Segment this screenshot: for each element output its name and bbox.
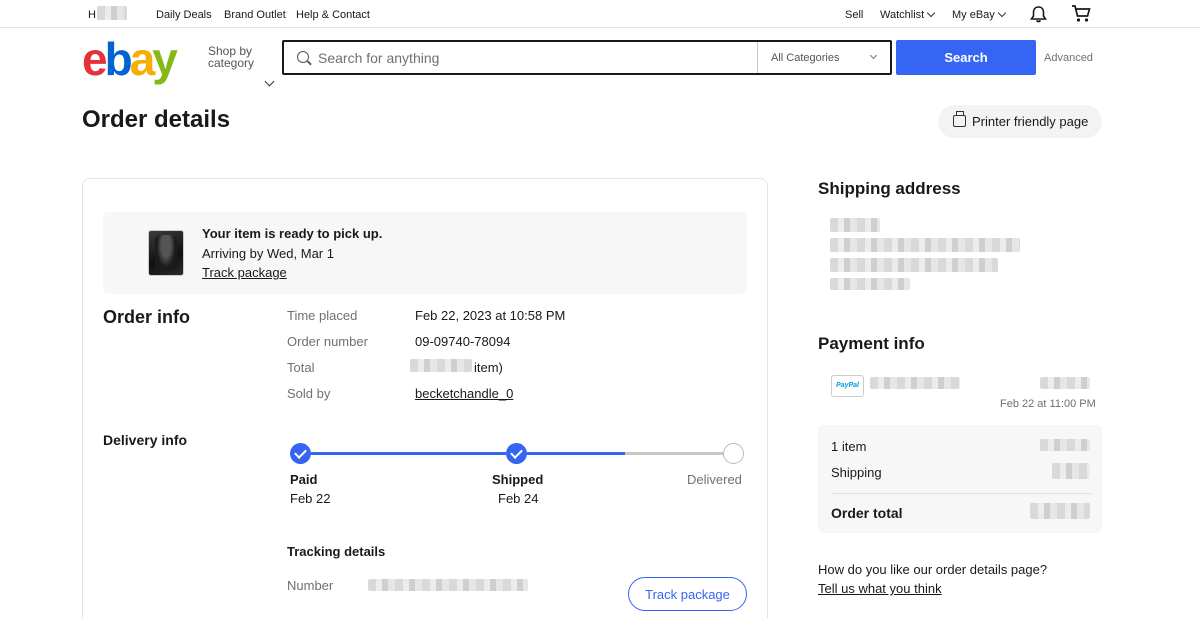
watchlist-label: Watchlist (880, 9, 925, 21)
page-title: Order details (82, 106, 231, 133)
chevron-down-icon (869, 51, 878, 60)
daily-deals-link[interactable]: Daily Deals (156, 9, 212, 21)
step-delivered-label: Delivered (687, 472, 742, 487)
shipping-address-heading: Shipping address (818, 179, 961, 198)
summary-total-label: Order total (831, 505, 903, 521)
redacted-payment-account (870, 377, 960, 389)
chevron-down-icon (926, 8, 936, 18)
time-placed-value: Feb 22, 2023 at 10:58 PM (415, 308, 566, 323)
step-shipped-date: Feb 24 (498, 491, 539, 506)
feedback-question: How do you like our order details page? (818, 562, 1048, 577)
feedback-link[interactable]: Tell us what you think (818, 581, 942, 596)
track-package-button[interactable]: Track package (628, 577, 747, 611)
delivery-info-heading: Delivery info (103, 432, 188, 448)
redacted-items-amount (1040, 439, 1090, 451)
redacted-address-line (830, 258, 998, 272)
logo-letter: a (129, 33, 156, 85)
top-bar: H Daily Deals Brand Outlet Help & Contac… (0, 0, 1200, 28)
sell-link[interactable]: Sell (845, 9, 863, 21)
payment-timestamp: Feb 22 at 11:00 PM (1000, 398, 1096, 410)
order-number-value: 09-09740-78094 (415, 334, 511, 349)
greeting-text: H (88, 9, 96, 21)
redacted-tracking-number (368, 579, 528, 591)
step-shipped-check-icon (506, 443, 527, 464)
watchlist-menu[interactable]: Watchlist (880, 8, 936, 21)
search-button[interactable]: Search (896, 40, 1036, 75)
chevron-down-icon (997, 8, 1007, 18)
summary-shipping-label: Shipping (831, 465, 882, 480)
search-input[interactable] (318, 46, 748, 70)
total-value: item) (474, 360, 503, 375)
tracking-details-heading: Tracking details (287, 544, 386, 559)
bell-icon[interactable] (1030, 5, 1047, 23)
redacted-total-amount (1030, 503, 1090, 519)
help-contact-link[interactable]: Help & Contact (296, 9, 370, 21)
total-label: Total (287, 360, 315, 375)
printer-friendly-button[interactable]: Printer friendly page (938, 105, 1102, 138)
step-paid-label: Paid (290, 472, 318, 487)
my-ebay-label: My eBay (952, 9, 995, 21)
notice-arriving: Arriving by Wed, Mar 1 (202, 246, 334, 261)
printer-icon (953, 111, 966, 127)
chevron-down-icon (264, 76, 275, 87)
advanced-search-link[interactable]: Advanced (1044, 52, 1093, 64)
notice-headline: Your item is ready to pick up. (202, 226, 383, 241)
redacted-shipping-amount (1052, 463, 1090, 479)
paypal-logo-text: PayPal (836, 382, 859, 389)
redacted-address-line (830, 278, 910, 290)
step-shipped-label: Shipped (492, 472, 544, 487)
my-ebay-menu[interactable]: My eBay (952, 8, 1007, 21)
pickup-notice (103, 212, 747, 294)
summary-items-label: 1 item (831, 439, 867, 454)
notice-track-package-link[interactable]: Track package (202, 265, 287, 280)
shop-by-category-button[interactable]: Shop by category (208, 45, 275, 87)
sold-by-label: Sold by (287, 386, 331, 401)
ebay-logo[interactable]: ebay (82, 33, 178, 85)
progress-track-remaining (625, 452, 723, 455)
redacted-address-line (830, 218, 880, 232)
tracking-number-label: Number (287, 578, 334, 593)
redacted-total (410, 359, 472, 372)
time-placed-label: Time placed (287, 308, 358, 323)
redacted-username (97, 6, 127, 20)
progress-track-paid-shipped (311, 452, 506, 455)
step-delivered-circle-icon (723, 443, 744, 464)
order-number-label: Order number (287, 334, 368, 349)
progress-track-shipped-filled (527, 452, 625, 455)
printer-friendly-label: Printer friendly page (972, 114, 1089, 129)
shop-by-line2: category (208, 56, 255, 70)
redacted-payment-amount (1040, 377, 1090, 389)
step-paid-date: Feb 22 (290, 491, 331, 506)
logo-letter: e (82, 33, 108, 85)
cart-icon[interactable] (1071, 4, 1091, 23)
paypal-logo: PayPal (831, 375, 864, 397)
seller-link[interactable]: becketchandle_0 (415, 386, 513, 401)
payment-info-heading: Payment info (818, 334, 925, 353)
summary-divider (831, 493, 1091, 494)
search-bar: All Categories (282, 40, 892, 75)
order-info-heading: Order info (103, 307, 191, 327)
brand-outlet-link[interactable]: Brand Outlet (224, 9, 286, 21)
item-thumbnail[interactable] (148, 230, 184, 276)
step-paid-check-icon (290, 443, 311, 464)
search-icon (297, 51, 309, 63)
category-select-value: All Categories (771, 52, 840, 64)
category-select[interactable]: All Categories (757, 42, 890, 73)
logo-letter: b (104, 33, 133, 85)
logo-letter: y (152, 33, 178, 85)
redacted-address-line (830, 238, 1020, 252)
